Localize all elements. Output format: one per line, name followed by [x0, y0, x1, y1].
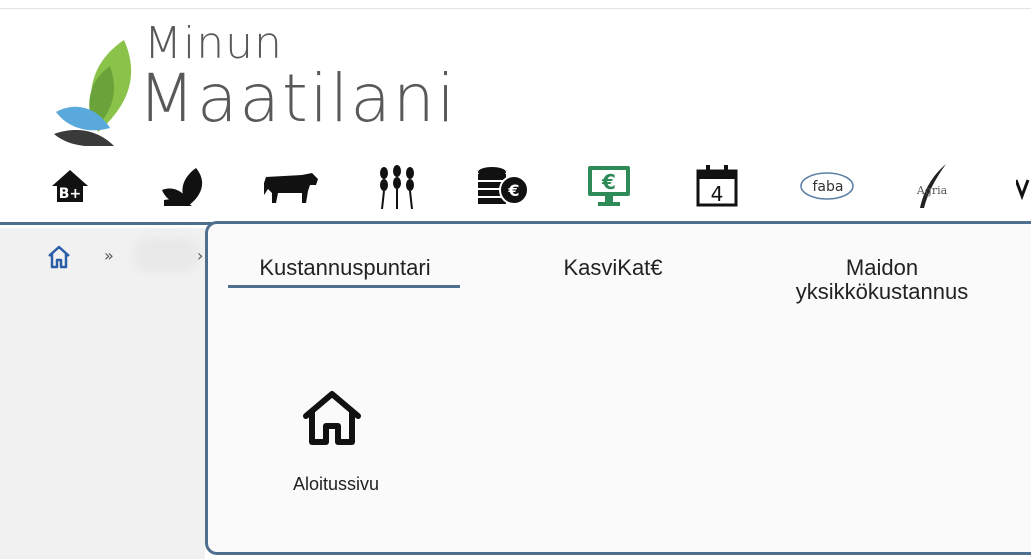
tab-maidon-yksikkokustannus[interactable]: Maidon yksikkökustannus — [772, 256, 992, 304]
breadcrumb-separator: » — [104, 246, 114, 265]
farm-bplus-icon[interactable]: B+ — [50, 166, 90, 206]
logo-text-maatilani: Maatilani — [138, 60, 457, 137]
active-tab-indicator — [228, 285, 460, 288]
home-icon — [303, 391, 361, 445]
svg-text:Agria: Agria — [916, 184, 948, 197]
svg-text:€: € — [601, 170, 616, 194]
tile-aloitussivu[interactable]: Aloitussivu — [276, 388, 396, 498]
calendar-icon[interactable]: 4 — [694, 165, 740, 207]
tab-kustannuspuntari[interactable]: Kustannuspuntari — [230, 256, 460, 280]
tab-kasvikat[interactable]: KasviKat€ — [540, 256, 686, 280]
breadcrumb-home-icon[interactable] — [46, 244, 72, 270]
left-sidebar — [0, 228, 205, 559]
coins-euro-icon[interactable]: € — [476, 166, 532, 206]
top-divider — [0, 8, 1031, 9]
tile-label: Aloitussivu — [292, 474, 380, 494]
monitor-euro-icon[interactable]: € — [584, 166, 634, 206]
cow-icon[interactable] — [262, 166, 320, 206]
breadcrumb-separator-2: › — [197, 246, 204, 265]
agria-logo-icon[interactable]: Agria — [906, 164, 956, 208]
faba-logo-icon[interactable]: faba — [798, 166, 856, 206]
leaf-logo-icon — [54, 40, 132, 146]
more-icon-partial[interactable] — [1016, 166, 1031, 206]
leaves-icon[interactable] — [158, 166, 210, 206]
svg-text:B+: B+ — [59, 186, 81, 202]
wheat-icon[interactable] — [372, 165, 422, 209]
svg-text:4: 4 — [711, 182, 724, 206]
svg-text:faba: faba — [813, 179, 844, 195]
svg-text:€: € — [507, 181, 519, 200]
breadcrumb-blurred-item[interactable] — [134, 238, 200, 272]
service-icon-bar: B+ € € 4 faba Agria — [0, 160, 1031, 216]
app-logo[interactable]: Minun Maatilani — [54, 14, 484, 146]
